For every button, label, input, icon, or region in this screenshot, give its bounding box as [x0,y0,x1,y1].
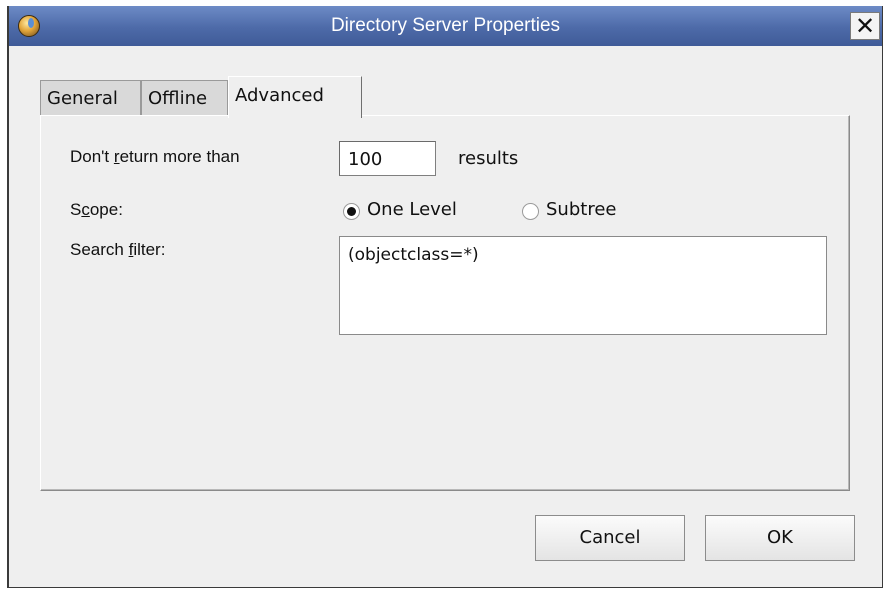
max-results-label: Don't return more than [70,147,240,166]
search-filter-label: Search filter: [70,240,166,259]
one-level-radio[interactable] [343,203,360,220]
search-filter-textarea[interactable]: (objectclass=*) [339,236,827,335]
results-suffix-label: results [458,148,519,169]
subtree-radio[interactable] [522,203,539,220]
cancel-button[interactable]: Cancel [535,515,685,561]
title-bar[interactable]: Directory Server Properties ✕ [9,6,882,46]
tab-advanced[interactable]: Advanced [228,76,362,118]
scope-label: Scope: [70,200,123,219]
subtree-label[interactable]: Subtree [546,199,616,220]
max-results-input[interactable]: 100 [339,141,436,176]
ok-button[interactable]: OK [705,515,855,561]
tab-general[interactable]: General [40,80,141,116]
close-icon[interactable]: ✕ [850,12,880,40]
window-title: Directory Server Properties [330,15,561,36]
tab-offline[interactable]: Offline [141,80,228,116]
one-level-label[interactable]: One Level [367,199,457,220]
